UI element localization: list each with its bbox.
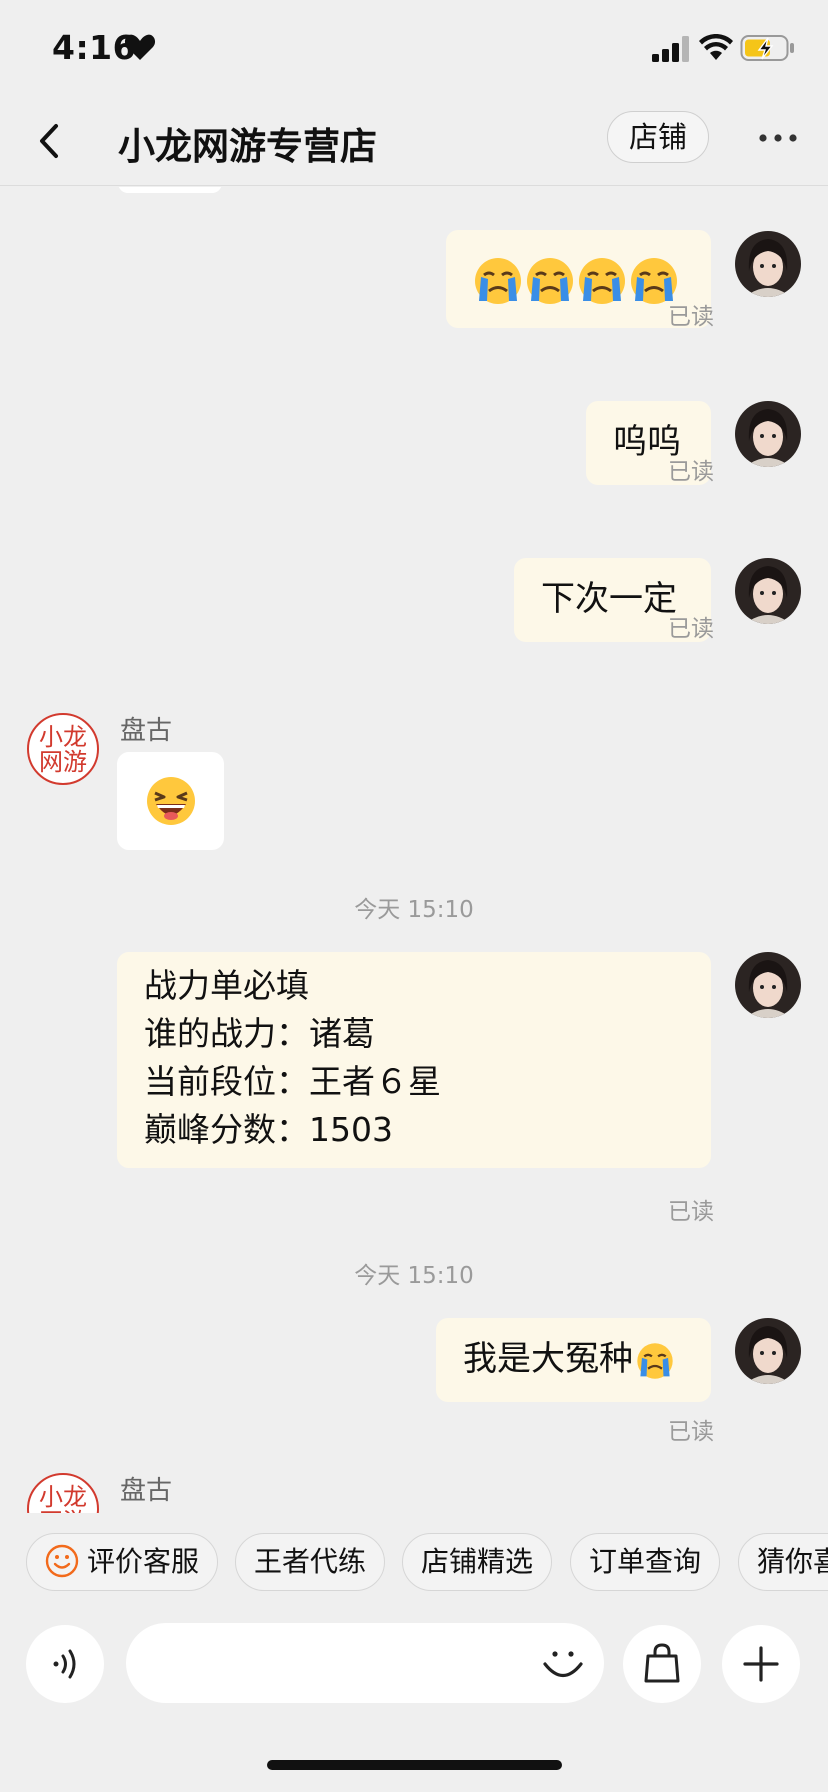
- status-bar: 4:16: [0, 0, 828, 96]
- read-receipt: 已读: [668, 304, 714, 330]
- crying-emoji-icon: [472, 255, 524, 307]
- read-receipt: 已读: [668, 1419, 714, 1445]
- chip-label: 王者代练: [254, 1545, 367, 1578]
- chip-store-picks[interactable]: 店铺精选: [402, 1533, 553, 1591]
- laughing-emoji-icon: [144, 774, 198, 828]
- battery-charging-icon: [740, 35, 794, 61]
- shopping-bag-icon: [644, 1643, 680, 1683]
- message-text: 战力单必填: [144, 966, 309, 1005]
- page-title: 小龙网游专营店: [118, 125, 377, 168]
- shop-seal-text: 小龙网游: [39, 723, 87, 776]
- user-avatar[interactable]: [735, 952, 801, 1018]
- voice-icon: [53, 1649, 76, 1679]
- chip-recommend[interactable]: 猜你喜欢: [738, 1533, 828, 1591]
- read-receipt: 已读: [668, 616, 714, 642]
- read-receipt: 已读: [668, 459, 714, 485]
- chip-rate-service[interactable]: 评价客服: [26, 1533, 219, 1591]
- crying-emoji-icon: [635, 1341, 675, 1381]
- store-button[interactable]: 店铺: [607, 111, 709, 163]
- crying-emoji-icon: [576, 255, 628, 307]
- message-bubble[interactable]: 我是大冤种: [436, 1318, 711, 1402]
- user-avatar[interactable]: [735, 1318, 801, 1384]
- chip-order-lookup[interactable]: 订单查询: [570, 1533, 721, 1591]
- user-avatar[interactable]: [735, 558, 801, 624]
- shop-avatar[interactable]: 小龙网游: [26, 1472, 100, 1513]
- chip-label: 评价客服: [87, 1545, 200, 1578]
- sender-name: 盘古: [120, 716, 173, 746]
- user-avatar[interactable]: [735, 231, 801, 297]
- wifi-icon: [699, 34, 733, 60]
- back-icon[interactable]: [34, 118, 66, 164]
- message-bubble: [118, 187, 222, 193]
- message-text: 谁的战力：诸葛: [144, 1014, 375, 1053]
- chip-boosting[interactable]: 王者代练: [235, 1533, 386, 1591]
- input-bar: [0, 1607, 828, 1717]
- message-text: 我是大冤种: [463, 1339, 633, 1379]
- shop-bag-button[interactable]: [623, 1625, 701, 1703]
- voice-button[interactable]: [26, 1625, 104, 1703]
- smile-icon: [45, 1544, 79, 1578]
- read-receipt: 已读: [668, 1199, 714, 1225]
- chat-area[interactable]: 已读 呜呜 已读 下次一定 已读 小龙网游 盘古 今天 15:10 战力单必填 …: [0, 187, 828, 1513]
- more-actions-button[interactable]: [722, 1625, 800, 1703]
- emoji-icon[interactable]: [538, 1637, 588, 1687]
- plus-icon: [743, 1646, 779, 1682]
- cellular-signal-icon: [652, 36, 689, 62]
- chip-label: 猜你喜欢: [757, 1545, 828, 1578]
- message-text: 巅峰分数：1503: [144, 1110, 393, 1149]
- user-avatar[interactable]: [735, 401, 801, 467]
- shortcut-bar: 评价客服 王者代练 店铺精选 订单查询 猜你喜欢: [0, 1513, 828, 1607]
- timestamp: 今天 15:10: [354, 897, 474, 923]
- chip-label: 店铺精选: [421, 1545, 534, 1578]
- shop-avatar[interactable]: 小龙网游: [26, 712, 100, 786]
- nav-bar: 小龙网游专营店 店铺: [0, 96, 828, 186]
- message-bubble[interactable]: [117, 752, 224, 850]
- message-bubble[interactable]: 战力单必填 谁的战力：诸葛 当前段位：王者６星 巅峰分数：1503: [117, 952, 711, 1168]
- message-text: 下次一定: [541, 579, 677, 619]
- crying-emoji-icon: [524, 255, 576, 307]
- message-input[interactable]: [126, 1623, 604, 1703]
- timestamp: 今天 15:10: [354, 1263, 474, 1289]
- home-indicator: [267, 1760, 562, 1770]
- shop-seal-text: 小龙网游: [39, 1483, 87, 1513]
- heart-icon: [124, 34, 156, 60]
- sender-name: 盘古: [120, 1476, 173, 1506]
- chip-label: 订单查询: [589, 1545, 702, 1578]
- more-icon[interactable]: [756, 126, 800, 150]
- message-text: 当前段位：王者６星: [144, 1062, 441, 1101]
